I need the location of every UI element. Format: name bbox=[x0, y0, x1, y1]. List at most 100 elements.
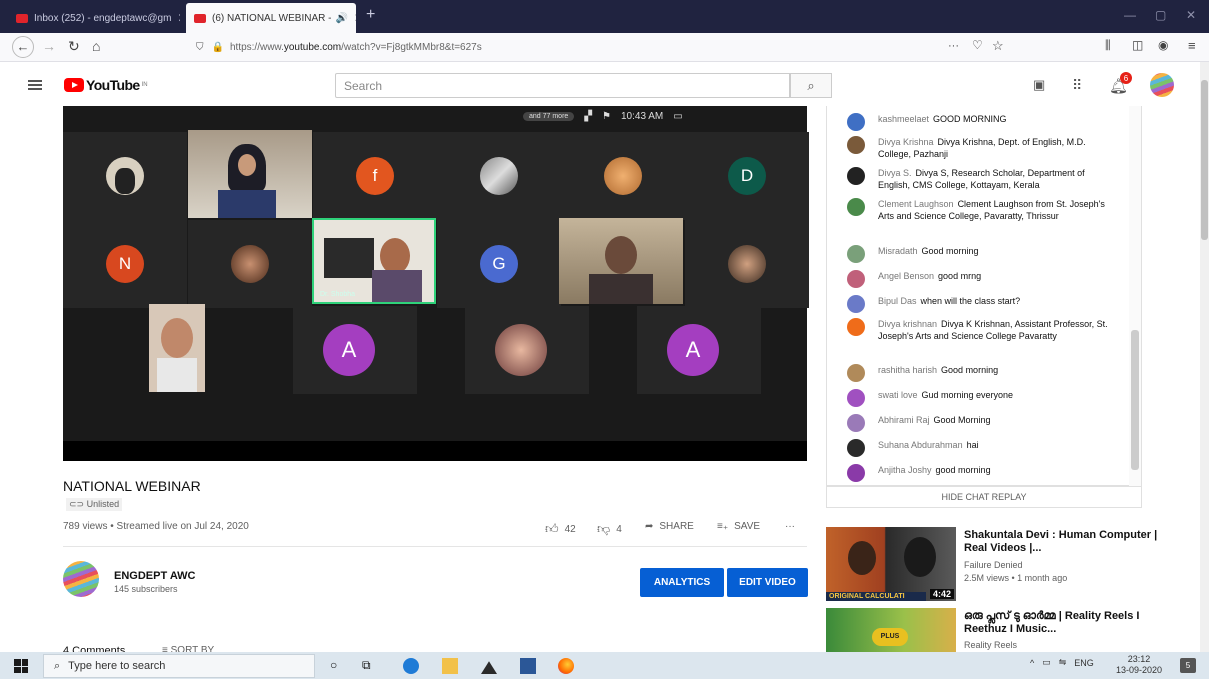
channel-avatar[interactable] bbox=[63, 561, 99, 597]
edge-browser-icon[interactable] bbox=[403, 658, 419, 674]
action-center-icon[interactable]: 5 bbox=[1180, 658, 1196, 673]
participant-tile bbox=[437, 132, 561, 220]
video-title[interactable]: Shakuntala Devi : Human Computer | Real … bbox=[964, 529, 1164, 555]
edit-video-button[interactable]: EDIT VIDEO bbox=[727, 568, 808, 597]
hide-chat-replay-button[interactable]: HIDE CHAT REPLAY bbox=[826, 486, 1142, 508]
chat-avatar bbox=[847, 318, 865, 336]
home-icon[interactable]: ⌂ bbox=[92, 38, 100, 54]
pocket-icon[interactable]: ♡ bbox=[972, 38, 983, 52]
channel-name: Failure Denied bbox=[964, 560, 1023, 570]
view-count: 789 views • Streamed live on Jul 24, 202… bbox=[63, 521, 249, 532]
flag-icon: ⚑ bbox=[602, 110, 611, 122]
like-button[interactable]: 👍︎ 42 bbox=[545, 521, 576, 537]
chat-avatar bbox=[847, 198, 865, 216]
chat-avatar bbox=[847, 364, 865, 382]
participant-video bbox=[188, 130, 312, 218]
network-icon[interactable]: ⇋ bbox=[1059, 657, 1067, 668]
search-input[interactable]: Search bbox=[335, 73, 790, 98]
task-view-icon[interactable]: ⧉ bbox=[362, 658, 378, 674]
chat-avatar bbox=[847, 245, 865, 263]
create-video-icon[interactable]: ▣ bbox=[1033, 77, 1045, 93]
youtube-favicon-icon bbox=[194, 13, 206, 23]
language-indicator[interactable]: ENG bbox=[1074, 658, 1094, 668]
file-explorer-icon[interactable] bbox=[442, 658, 458, 674]
video-duration: 4:42 bbox=[929, 589, 954, 599]
share-arrow-icon: ➦ bbox=[645, 521, 654, 532]
notification-badge: 6 bbox=[1120, 72, 1132, 84]
participant-tile: G bbox=[437, 220, 561, 308]
participant-avatar: A bbox=[667, 324, 719, 376]
save-button[interactable]: ≡₊ SAVE bbox=[717, 521, 760, 532]
library-icon[interactable]: ⫼ bbox=[1105, 38, 1111, 53]
participant-tile: D bbox=[685, 132, 809, 220]
video-title[interactable]: ഒരു പ്ലസ്‌ ടു ഓർമ്മ | Reality Reels I Re… bbox=[964, 610, 1164, 636]
participant-tile bbox=[561, 132, 685, 220]
channel-name[interactable]: ENGDEPT AWC bbox=[114, 570, 196, 582]
taskbar-search-input[interactable]: ⌕ Type here to search bbox=[43, 654, 315, 678]
store-icon[interactable] bbox=[481, 661, 497, 674]
video-player[interactable]: and 77 more ▞ ⚑ 10:43 AM ▭ f D N Dr. Sho… bbox=[63, 106, 809, 461]
speaker-icon[interactable]: 🔊 bbox=[335, 13, 347, 24]
system-tray: ^ ▭ ⇋ ENG bbox=[1030, 657, 1094, 668]
video-thumbnail[interactable]: ORIGINAL CALCULATI 4:42 bbox=[826, 527, 956, 601]
share-button[interactable]: ➦ SHARE bbox=[645, 521, 694, 532]
firefox-icon[interactable] bbox=[558, 658, 574, 674]
word-icon[interactable] bbox=[520, 658, 536, 674]
sidebar-icon[interactable]: ◫ bbox=[1132, 38, 1143, 52]
shield-icon: ⛉ bbox=[196, 42, 204, 53]
forward-icon[interactable]: → bbox=[42, 38, 56, 54]
windows-start-icon[interactable] bbox=[14, 659, 28, 673]
related-video-item[interactable]: ORIGINAL CALCULATI 4:42 Shakuntala Devi … bbox=[826, 527, 1196, 603]
menu-icon[interactable]: ≡ bbox=[1188, 38, 1196, 53]
youtube-logo[interactable]: YouTube IN bbox=[64, 77, 148, 93]
back-icon[interactable]: ← bbox=[12, 36, 34, 58]
active-speaker-video: Dr. Shobha bbox=[312, 218, 436, 304]
chat-avatar bbox=[847, 464, 865, 482]
chat-message: Divya Krishna Divya Krishna, Dept. of Eng… bbox=[847, 136, 1115, 160]
participant-avatar bbox=[495, 324, 547, 376]
chat-scrollbar-thumb[interactable] bbox=[1131, 330, 1139, 470]
close-tab-icon[interactable]: ✕ bbox=[171, 11, 180, 25]
battery-icon[interactable]: ▭ bbox=[1042, 657, 1051, 668]
hamburger-menu-icon[interactable] bbox=[28, 80, 42, 90]
minimize-icon[interactable]: — bbox=[1124, 8, 1136, 22]
video-thumbnail[interactable]: PLUS bbox=[826, 608, 956, 652]
zoom-time: 10:43 AM bbox=[620, 110, 664, 122]
page-actions-icon[interactable]: ··· bbox=[948, 40, 959, 52]
maximize-icon[interactable]: ▢ bbox=[1155, 8, 1166, 22]
chat-message: Suhana Abdurahman hai bbox=[847, 439, 1115, 457]
participant-tile bbox=[465, 306, 589, 394]
tab-inbox[interactable]: Inbox (252) - engdeptawc@gm ✕ bbox=[8, 4, 180, 32]
search-button[interactable]: ⌕ bbox=[790, 73, 832, 98]
bookmark-star-icon[interactable]: ☆ bbox=[992, 38, 1004, 54]
signal-icon: ▞ bbox=[584, 110, 593, 122]
chat-message: Bipul Das when will the class start? bbox=[847, 295, 1115, 313]
new-tab-button[interactable]: + bbox=[366, 6, 375, 24]
dislike-button[interactable]: 👎︎ 4 bbox=[597, 521, 622, 537]
tray-up-arrow-icon[interactable]: ^ bbox=[1030, 658, 1034, 668]
zoom-top-bar: and 77 more ▞ ⚑ 10:43 AM ▭ bbox=[523, 106, 683, 126]
close-tab-icon[interactable]: ✕ bbox=[348, 11, 356, 25]
participant-avatar bbox=[231, 245, 269, 283]
participant-avatar: G bbox=[480, 245, 518, 283]
tab-national-webinar[interactable]: (6) NATIONAL WEBINAR - 🔊 ✕ bbox=[186, 3, 356, 33]
address-bar[interactable]: ⛉ 🔒 https://www.youtube.com/watch?v=Fj8g… bbox=[196, 36, 1012, 59]
thumbs-up-icon: 👍︎ bbox=[545, 521, 559, 536]
page-scrollbar-thumb[interactable] bbox=[1201, 80, 1208, 240]
reload-icon[interactable]: ↻ bbox=[68, 38, 80, 55]
youtube-play-icon bbox=[64, 78, 84, 92]
analytics-button[interactable]: ANALYTICS bbox=[640, 568, 724, 597]
participants-more-label: and 77 more bbox=[523, 111, 575, 121]
window-close-icon[interactable]: ✕ bbox=[1186, 8, 1196, 22]
chat-message: swati love Gud morning everyone bbox=[847, 389, 1115, 407]
chat-message: Clement Laughson Clement Laughson from St… bbox=[847, 198, 1115, 222]
user-avatar[interactable] bbox=[1150, 73, 1174, 97]
more-actions-button[interactable]: ··· bbox=[785, 521, 795, 532]
participant-name-label: Dr. Shobha bbox=[320, 291, 356, 298]
participant-tile bbox=[685, 220, 809, 308]
clock[interactable]: 23:12 13-09-2020 bbox=[1116, 654, 1162, 676]
youtube-header: YouTube IN Search ⌕ ▣ ⠿ 🔔︎ 6 bbox=[0, 62, 1200, 108]
apps-grid-icon[interactable]: ⠿ bbox=[1072, 77, 1082, 94]
cortana-icon[interactable]: ○ bbox=[330, 658, 346, 674]
account-icon[interactable]: ◉ bbox=[1158, 38, 1168, 52]
